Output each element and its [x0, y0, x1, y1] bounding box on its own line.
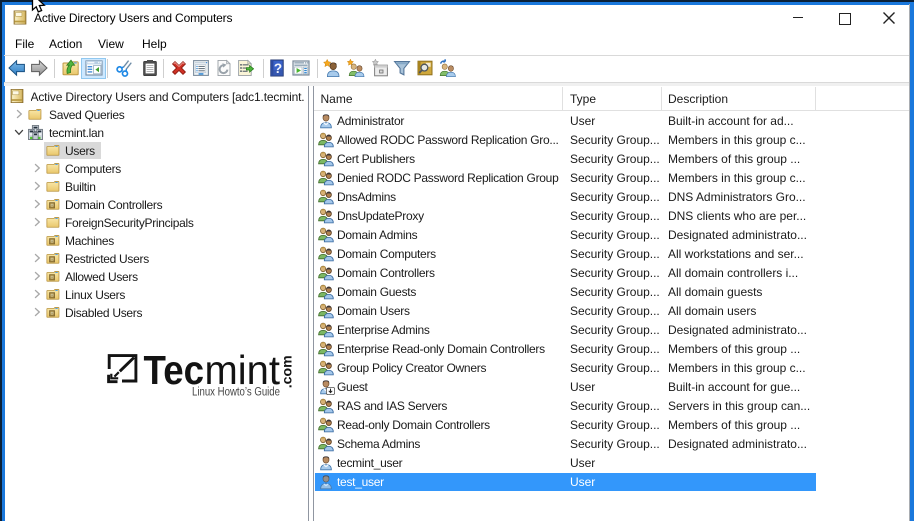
svg-text:.com: .com — [280, 355, 295, 388]
svg-text:?: ? — [274, 61, 282, 76]
svg-text:Linux Howto’s Guide: Linux Howto’s Guide — [192, 387, 280, 399]
